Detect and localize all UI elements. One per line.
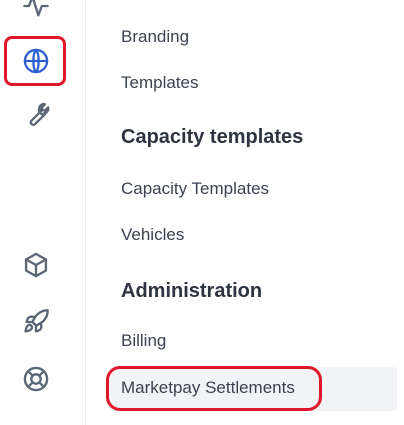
lifebuoy-icon[interactable] xyxy=(20,363,52,395)
globe-icon[interactable] xyxy=(20,45,52,77)
menu-item-marketpay-settlements[interactable]: Marketpay Settlements xyxy=(121,378,295,398)
menu-item-capacity-templates[interactable]: Capacity Templates xyxy=(121,179,269,199)
menu-item-vehicles[interactable]: Vehicles xyxy=(121,225,184,245)
rocket-icon[interactable] xyxy=(20,306,52,338)
activity-icon[interactable] xyxy=(20,0,52,22)
menu-item-templates[interactable]: Templates xyxy=(121,73,198,93)
wrench-icon[interactable] xyxy=(20,99,52,131)
menu-item-branding[interactable]: Branding xyxy=(121,27,189,47)
settings-submenu: Branding Templates Capacity templates Ca… xyxy=(87,0,404,425)
section-heading-capacity-templates: Capacity templates xyxy=(121,126,304,148)
section-heading-administration: Administration xyxy=(121,280,263,302)
app-root: Branding Templates Capacity templates Ca… xyxy=(0,0,404,425)
cube-icon[interactable] xyxy=(20,249,52,281)
icon-rail xyxy=(0,0,86,425)
menu-item-billing[interactable]: Billing xyxy=(121,331,166,351)
